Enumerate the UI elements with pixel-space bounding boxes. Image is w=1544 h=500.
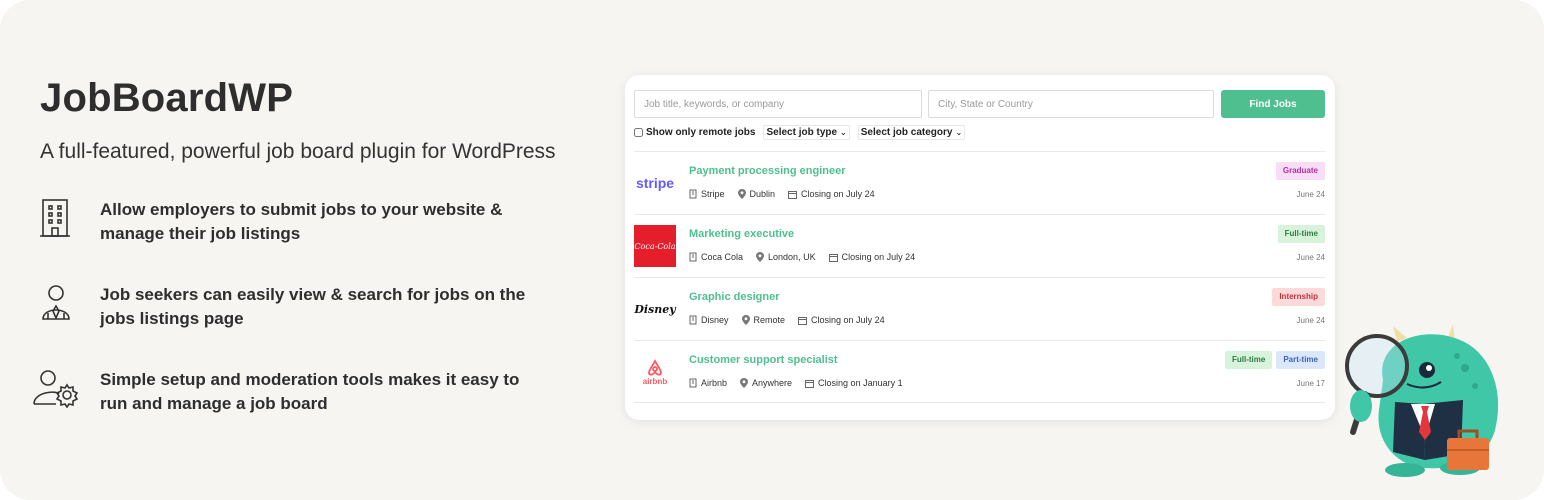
keywords-input[interactable] xyxy=(634,90,922,118)
location-pin-icon xyxy=(756,252,765,262)
job-tags: Graduate xyxy=(1272,162,1325,180)
job-tags: Full-time xyxy=(1274,225,1325,243)
job-posted-date: June 24 xyxy=(1296,253,1325,262)
feature-item: Allow employers to submit jobs to your w… xyxy=(32,198,540,246)
job-closing: Closing on July 24 xyxy=(801,189,875,199)
calendar-icon xyxy=(828,253,838,262)
job-closing: Closing on July 24 xyxy=(841,252,916,262)
job-location: Anywhere xyxy=(752,378,793,388)
stripe-logo: stripe xyxy=(635,175,675,191)
job-posted-date: June 24 xyxy=(1296,316,1325,325)
job-location: Dublin xyxy=(749,189,776,199)
job-title-link[interactable]: Marketing executive xyxy=(689,228,794,240)
job-meta: Disney Remote Closing on July 24 xyxy=(689,315,898,325)
job-type-select-value: Select job type xyxy=(766,127,838,138)
airbnb-logo: airbnb xyxy=(634,351,676,393)
search-filters: Show only remote jobs Select job type ⌄ … xyxy=(634,125,966,140)
job-company: Airbnb xyxy=(701,378,728,388)
job-posted-date: June 17 xyxy=(1296,379,1325,388)
job-meta: Airbnb Anywhere Closing on January 1 xyxy=(689,378,916,388)
location-pin-icon xyxy=(740,378,749,388)
page-title: JobBoardWP xyxy=(40,76,294,120)
job-row[interactable]: airbnb Customer support specialist Airbn… xyxy=(634,340,1325,403)
job-title-link[interactable]: Graphic designer xyxy=(689,291,779,303)
feature-item: Job seekers can easily view & search for… xyxy=(32,283,540,331)
job-closing: Closing on July 24 xyxy=(811,315,885,325)
remote-jobs-label[interactable]: Show only remote jobs xyxy=(646,127,755,138)
chevron-down-icon: ⌄ xyxy=(955,128,963,137)
company-icon xyxy=(689,315,697,325)
location-pin-icon xyxy=(737,189,746,199)
job-type-badge: Internship xyxy=(1272,288,1325,306)
job-company: Stripe xyxy=(701,189,725,199)
feature-item: Simple setup and moderation tools makes … xyxy=(32,368,540,416)
calendar-icon xyxy=(788,190,798,199)
calendar-icon xyxy=(805,379,815,388)
location-input[interactable] xyxy=(928,90,1214,118)
job-location: Remote xyxy=(753,315,786,325)
job-board-card: Find Jobs Show only remote jobs Select j… xyxy=(625,75,1335,420)
monster-mascot-illustration xyxy=(1345,324,1499,477)
job-type-select[interactable]: Select job type ⌄ xyxy=(763,125,850,140)
job-title-link[interactable]: Customer support specialist xyxy=(689,354,838,366)
job-type-badge: Graduate xyxy=(1275,162,1325,180)
job-type-badge: Full-time xyxy=(1224,351,1273,369)
job-category-select-value: Select job category xyxy=(860,127,953,138)
job-row[interactable]: Disney Graphic designer Disney Remote Cl… xyxy=(634,277,1325,340)
job-seeker-icon xyxy=(32,283,80,331)
job-meta: Stripe Dublin Closing on July 24 xyxy=(689,189,888,199)
coca-cola-logo: Coca-Cola xyxy=(634,225,676,267)
remote-jobs-checkbox[interactable] xyxy=(634,128,643,137)
job-row[interactable]: Coca-Cola Marketing executive Coca Cola … xyxy=(634,214,1325,277)
feature-text: Allow employers to submit jobs to your w… xyxy=(100,200,503,243)
job-closing: Closing on January 1 xyxy=(818,378,903,388)
job-type-badge: Full-time xyxy=(1277,225,1325,243)
find-jobs-button[interactable]: Find Jobs xyxy=(1221,90,1325,118)
job-meta: Coca Cola London, UK Closing on July 24 xyxy=(689,252,928,262)
job-tags: Internship xyxy=(1268,288,1325,306)
hero-banner: JobBoardWP A full-featured, powerful job… xyxy=(0,0,1544,500)
feature-text: Job seekers can easily view & search for… xyxy=(100,285,526,328)
job-category-select[interactable]: Select job category ⌄ xyxy=(857,125,966,140)
company-icon xyxy=(689,378,697,388)
user-gear-icon xyxy=(32,368,80,416)
page-subtitle: A full-featured, powerful job board plug… xyxy=(40,140,556,163)
job-company: Coca Cola xyxy=(701,252,744,262)
company-icon xyxy=(689,189,697,199)
building-icon xyxy=(32,198,80,246)
job-company: Disney xyxy=(701,315,729,325)
feature-text: Simple setup and moderation tools makes … xyxy=(100,370,520,413)
job-type-badge: Part-time xyxy=(1276,351,1325,369)
company-icon xyxy=(689,252,697,262)
job-tags: Full-time Part-time xyxy=(1221,351,1325,369)
location-pin-icon xyxy=(741,315,750,325)
job-title-link[interactable]: Payment processing engineer xyxy=(689,165,846,177)
job-list: stripe Payment processing engineer Strip… xyxy=(634,151,1325,403)
calendar-icon xyxy=(798,316,808,325)
disney-logo: Disney xyxy=(634,302,676,316)
chevron-down-icon: ⌄ xyxy=(840,128,847,137)
job-posted-date: June 24 xyxy=(1296,190,1325,199)
job-row[interactable]: stripe Payment processing engineer Strip… xyxy=(634,151,1325,214)
job-location: London, UK xyxy=(768,252,816,262)
